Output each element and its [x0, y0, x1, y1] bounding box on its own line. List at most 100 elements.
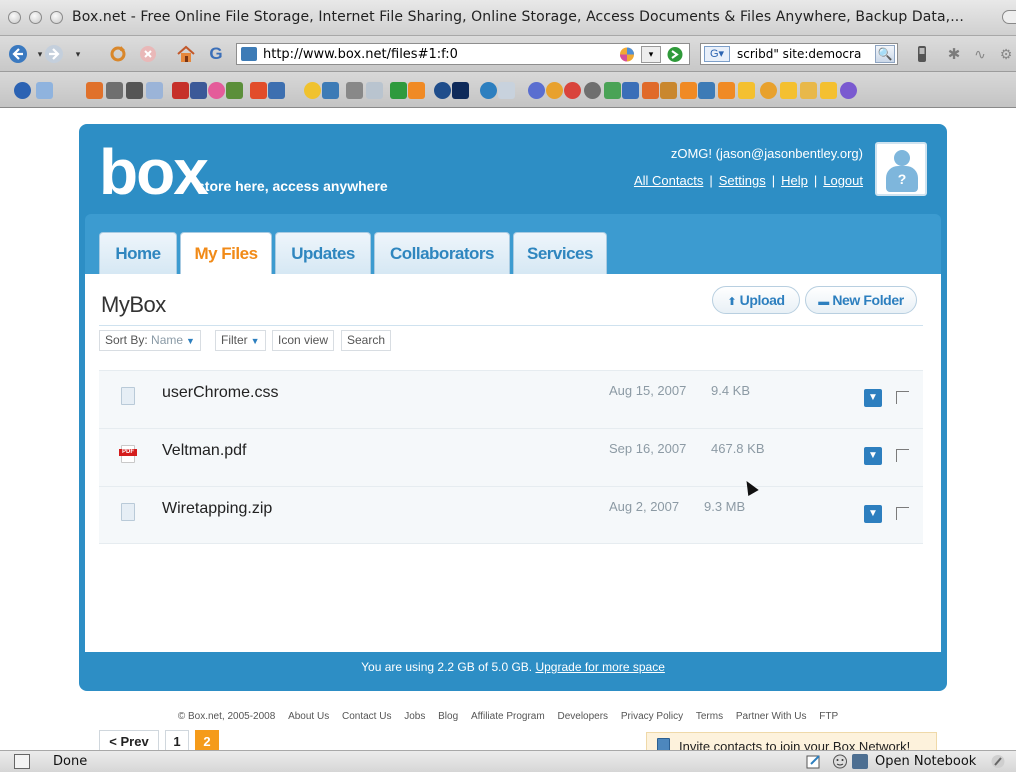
bookmark-icon[interactable]	[622, 82, 639, 99]
tab-collaborators[interactable]: Collaborators	[374, 232, 510, 274]
box-logo[interactable]: box	[99, 140, 209, 204]
footer-link-about[interactable]: About Us	[288, 711, 329, 722]
bookmark-icon[interactable]	[840, 82, 857, 99]
avatar[interactable]: ?	[875, 142, 927, 196]
all-contacts-link[interactable]: All Contacts	[634, 173, 703, 188]
file-row[interactable]: userChrome.css Aug 15, 2007 9.4 KB ▼	[99, 370, 923, 428]
bookmark-icon[interactable]	[604, 82, 621, 99]
smiley-icon[interactable]	[832, 754, 848, 769]
settings-link[interactable]: Settings	[719, 173, 766, 188]
address-bar[interactable]: http://www.box.net/files#1:f:0 ▾	[236, 43, 690, 65]
file-name[interactable]: Wiretapping.zip	[162, 500, 272, 518]
reload-icon[interactable]	[108, 44, 128, 64]
bookmark-icon[interactable]	[346, 82, 363, 99]
pinwheel-icon[interactable]	[617, 46, 637, 63]
tab-services[interactable]: Services	[513, 232, 607, 274]
bookmark-icon[interactable]	[304, 82, 321, 99]
bookmark-icon[interactable]	[528, 82, 545, 99]
window-minimize-button[interactable]	[29, 11, 42, 24]
forward-history-icon[interactable]: ▾	[68, 44, 88, 64]
file-name[interactable]: userChrome.css	[162, 384, 278, 402]
bookmark-icon[interactable]	[680, 82, 697, 99]
tab-home[interactable]: Home	[99, 232, 177, 274]
sort-by-dropdown[interactable]: Sort By: Name ▼	[99, 330, 201, 351]
footer-link-terms[interactable]: Terms	[696, 711, 723, 722]
notebook-icon[interactable]	[852, 754, 868, 769]
help-link[interactable]: Help	[781, 173, 808, 188]
icon-view-button[interactable]: Icon view	[272, 330, 335, 351]
bookmark-icon[interactable]	[642, 82, 659, 99]
star-icon[interactable]	[820, 82, 837, 99]
upload-button[interactable]: ⬆ Upload	[712, 286, 800, 314]
open-notebook-button[interactable]: Open Notebook	[875, 754, 976, 769]
back-icon[interactable]	[8, 44, 28, 64]
pencil-icon[interactable]	[990, 754, 1006, 769]
google-icon[interactable]: G	[206, 44, 226, 64]
bookmark-icon[interactable]	[800, 82, 817, 99]
footer-link-partner[interactable]: Partner With Us	[736, 711, 807, 722]
bookmark-icon[interactable]	[322, 82, 339, 99]
address-dropdown-icon[interactable]: ▾	[641, 46, 661, 63]
bookmark-icon[interactable]	[660, 82, 677, 99]
bookmark-icon[interactable]	[226, 82, 243, 99]
footer-link-ftp[interactable]: FTP	[819, 711, 838, 722]
bookmark-icon[interactable]	[86, 82, 103, 99]
logout-link[interactable]: Logout	[823, 173, 863, 188]
bookmark-icon[interactable]	[390, 82, 407, 99]
bookmark-icon[interactable]	[172, 82, 189, 99]
bookmark-icon[interactable]	[106, 82, 123, 99]
upgrade-link[interactable]: Upgrade for more space	[535, 660, 664, 674]
file-checkbox[interactable]	[896, 507, 909, 520]
bookmark-icon[interactable]	[366, 82, 383, 99]
footer-link-jobs[interactable]: Jobs	[404, 711, 425, 722]
bookmark-icon[interactable]	[564, 82, 581, 99]
bookmark-icon[interactable]	[718, 82, 735, 99]
forward-icon[interactable]	[44, 44, 64, 64]
footer-link-blog[interactable]: Blog	[438, 711, 458, 722]
status-page-icon[interactable]	[14, 754, 30, 769]
phone-icon[interactable]	[912, 44, 932, 64]
file-menu-button[interactable]: ▼	[864, 505, 882, 523]
file-checkbox[interactable]	[896, 449, 909, 462]
bookmark-icon[interactable]	[760, 82, 777, 99]
bookmark-icon[interactable]	[126, 82, 143, 99]
bookmark-icon[interactable]	[498, 82, 515, 99]
file-name[interactable]: Veltman.pdf	[162, 442, 247, 460]
filter-dropdown[interactable]: Filter ▼	[215, 330, 266, 351]
bookmark-icon[interactable]	[250, 82, 267, 99]
stop-icon[interactable]	[138, 44, 158, 64]
tab-my-files[interactable]: My Files	[180, 232, 272, 275]
search-icon[interactable]: 🔍	[875, 45, 895, 63]
bookmark-icon[interactable]	[546, 82, 563, 99]
bookmark-icon[interactable]	[14, 82, 31, 99]
file-menu-button[interactable]: ▼	[864, 447, 882, 465]
home-icon[interactable]	[176, 44, 196, 64]
footer-link-contact[interactable]: Contact Us	[342, 711, 391, 722]
bookmark-icon[interactable]	[408, 82, 425, 99]
search-button[interactable]: Search	[341, 330, 392, 351]
tab-updates[interactable]: Updates	[275, 232, 371, 274]
bookmark-icon[interactable]	[434, 82, 451, 99]
search-bar[interactable]: G▾ scribd" site:democra 🔍	[700, 43, 898, 65]
window-close-button[interactable]	[8, 11, 21, 24]
file-menu-button[interactable]: ▼	[864, 389, 882, 407]
bookmark-icon[interactable]	[584, 82, 601, 99]
go-icon[interactable]	[665, 46, 685, 63]
bookmark-icon[interactable]	[480, 82, 497, 99]
bookmark-icon[interactable]	[452, 82, 469, 99]
footer-link-affiliate[interactable]: Affiliate Program	[471, 711, 545, 722]
file-row[interactable]: Wiretapping.zip Aug 2, 2007 9.3 MB ▼	[99, 486, 923, 544]
new-folder-button[interactable]: ▬ New Folder	[805, 286, 917, 314]
footer-link-developers[interactable]: Developers	[557, 711, 608, 722]
edit-icon[interactable]	[806, 754, 822, 769]
bookmark-icon[interactable]	[146, 82, 163, 99]
gear-icon[interactable]: ⚙	[996, 44, 1016, 64]
window-zoom-button[interactable]	[50, 11, 63, 24]
file-row[interactable]: Veltman.pdf Sep 16, 2007 467.8 KB ▼	[99, 428, 923, 486]
footer-link-privacy[interactable]: Privacy Policy	[621, 711, 683, 722]
bookmark-icon[interactable]	[36, 82, 53, 99]
search-engine-icon[interactable]: G▾	[704, 46, 730, 62]
file-checkbox[interactable]	[896, 391, 909, 404]
cloud-icon[interactable]: ∿	[970, 44, 990, 64]
star-icon[interactable]	[780, 82, 797, 99]
